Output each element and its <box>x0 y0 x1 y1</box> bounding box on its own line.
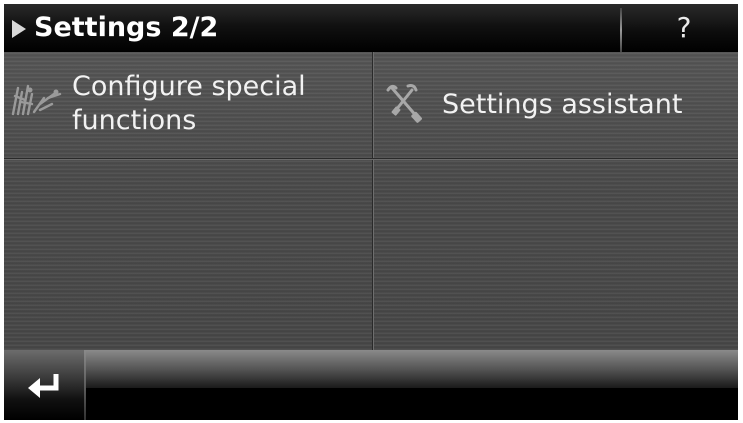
special-functions-icon <box>11 84 62 116</box>
bottom-bar <box>4 350 738 420</box>
configure-special-functions-button[interactable]: Configure special functions <box>4 52 372 158</box>
back-button[interactable] <box>4 350 84 420</box>
settings-assistant-label: Settings assistant <box>442 89 683 120</box>
grid-divider-horizontal <box>4 158 738 160</box>
help-button-label: ? <box>676 11 692 44</box>
settings-grid: Configure special functions Settings ass… <box>4 52 738 350</box>
settings-assistant-button[interactable]: Settings assistant <box>374 52 738 158</box>
return-arrow-icon <box>28 374 59 398</box>
title-arrow-icon <box>12 20 26 38</box>
empty-cell <box>374 160 738 350</box>
page-title: Settings 2/2 <box>34 12 219 43</box>
title-bar: Settings 2/2 ? <box>4 4 738 52</box>
grid-divider-vertical <box>372 52 374 350</box>
device-screen: Settings 2/2 ? Configure special functio… <box>4 4 738 420</box>
bottom-strip <box>86 350 738 388</box>
empty-cell <box>4 160 372 350</box>
settings-assistant-icon <box>386 84 422 123</box>
help-button[interactable]: ? <box>622 4 738 52</box>
configure-special-functions-label: Configure special functions <box>72 71 306 136</box>
